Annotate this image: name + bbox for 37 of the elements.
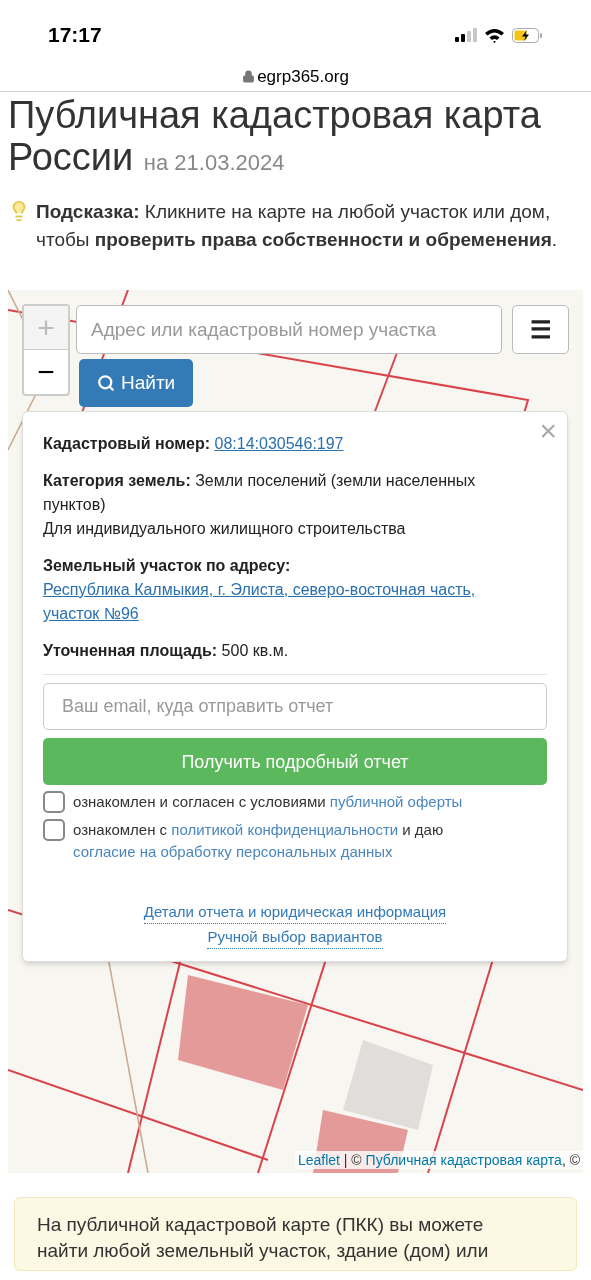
info-text: Уточненная площадь: 500 кв.м.: [43, 641, 290, 661]
wifi-icon: [484, 27, 505, 43]
agreement-link[interactable]: публичной оферты: [329, 793, 463, 810]
info-text: Категория земель: Земли поселений (земли населенных пунктов): [43, 471, 477, 515]
attribution-tail: , ©: [561, 1152, 580, 1168]
checkbox[interactable]: [43, 819, 65, 841]
lock-icon: [242, 70, 256, 83]
info-link[interactable]: 08:14:030546:197: [214, 432, 344, 456]
title-date: на 21.03.2024: [143, 150, 285, 175]
email-field[interactable]: Ваш email, куда отправить отчет: [43, 683, 547, 730]
page-title: Публичная кадастровая карта России на 21.03.2024: [8, 94, 542, 180]
info-text: Земельный участок по адресу: Республика Калмыкия, г. Элиста, северо-восточная часть, участок №96: [43, 554, 527, 626]
checkbox[interactable]: [43, 791, 65, 813]
search-field[interactable]: Адрес или кадастровый номер участка: [76, 305, 502, 354]
search-icon: [97, 374, 115, 392]
status-time: 17:17: [48, 22, 102, 49]
find-button[interactable]: Найти: [79, 359, 194, 407]
signal-icon: [455, 28, 477, 42]
agreement-text: ознакомлен с политикой конфиденциальности и даю согласие на обработку персональных данных: [73, 820, 445, 862]
leaflet-link[interactable]: Leaflet: [297, 1152, 340, 1168]
info-box-text: На публичной кадастровой карте (ПКК) вы можете найти любой земельный участок, здание (дом) или: [37, 1213, 490, 1263]
info-text: Кадастровый номер: 08:14:030546:197: [43, 432, 527, 456]
url-text[interactable]: egrp365.org: [257, 63, 349, 90]
menu-button[interactable]: ☰: [512, 305, 569, 354]
agreement-link[interactable]: политикой конфиденциальности: [171, 821, 403, 838]
attribution-separator: | ©: [342, 1152, 363, 1168]
info-note: Для индивидуального жилищного строительства: [43, 519, 407, 539]
details-link[interactable]: Детали отчета и юридическая информация: [143, 901, 447, 924]
hint-text: Подсказка: Кликните на карте на любой участок или дом, чтобы проверить права собственности и обременения.: [36, 200, 559, 252]
details-link[interactable]: Ручной выбор вариантов: [207, 926, 383, 949]
info-link[interactable]: Республика Калмыкия, г. Элиста, северо-восточная часть, участок №96: [43, 578, 527, 626]
battery-icon: [512, 27, 543, 43]
report-button[interactable]: Получить подробный отчет: [43, 738, 547, 785]
agreement-link[interactable]: согласие на обработку персональных данных: [73, 843, 393, 860]
source-link[interactable]: Публичная кадастровая карта: [365, 1152, 562, 1168]
zoom-out-button[interactable]: −: [24, 350, 68, 394]
agreement-text: ознакомлен и согласен с условиями публичной оферты: [73, 792, 463, 812]
